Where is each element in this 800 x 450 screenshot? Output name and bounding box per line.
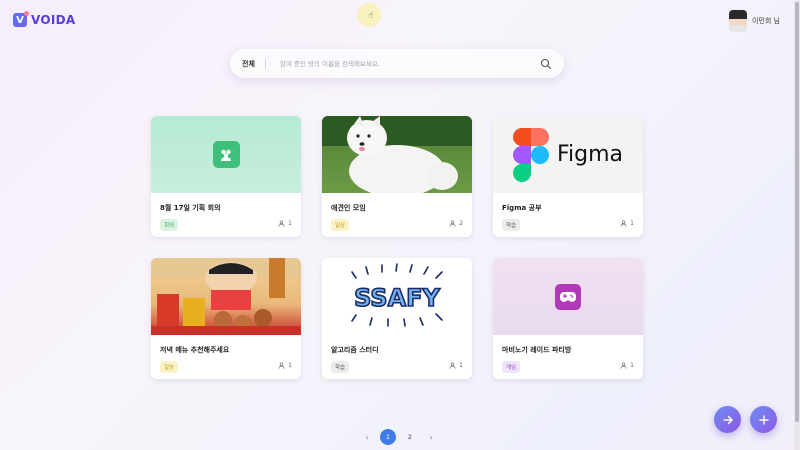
figma-wordmark: Figma	[556, 142, 624, 167]
search-input[interactable]	[279, 59, 540, 68]
member-count: 1	[620, 220, 634, 227]
member-count-value: 1	[630, 362, 634, 369]
member-count-value: 1	[459, 362, 463, 369]
room-tag: 학습	[502, 219, 521, 231]
avatar[interactable]	[729, 10, 747, 32]
room-tag: 일상	[160, 361, 179, 373]
room-card[interactable]: 8월 17일 기획 회의 회의 1	[151, 116, 301, 237]
page-button-1[interactable]: 1	[380, 429, 396, 445]
person-icon	[620, 362, 627, 369]
search-bar: 전체	[230, 49, 564, 78]
room-title: 애견인 모임	[331, 204, 366, 212]
member-count: 1	[449, 362, 463, 369]
ssafy-wordmark: SSAFY	[354, 284, 440, 312]
enter-room-button[interactable]	[714, 406, 741, 433]
user-profile[interactable]: 이민희 님	[729, 10, 780, 32]
search-category-select[interactable]: 전체	[242, 58, 266, 69]
room-tag: 게임	[502, 361, 521, 373]
figma-logo-icon	[512, 127, 549, 182]
room-title: 저녁 메뉴 추천해주세요	[160, 346, 230, 354]
member-count: 1	[278, 220, 292, 227]
room-tag: 회의	[160, 219, 179, 231]
logo-mark: V	[13, 11, 29, 27]
scrollbar[interactable]	[794, 0, 800, 450]
member-count-value: 1	[288, 362, 292, 369]
room-title: Figma 공부	[502, 204, 542, 212]
room-tag: 일상	[331, 219, 350, 231]
member-count-value: 1	[288, 220, 292, 227]
room-thumbnail	[151, 116, 301, 193]
room-card[interactable]: SSAFY 알고리즘 스터디 학습 1	[322, 258, 472, 379]
person-icon	[278, 362, 285, 369]
pointer-icon: ☝	[368, 11, 374, 21]
pagination: ‹ 1 2 ›	[360, 429, 438, 445]
room-title: 8월 17일 기획 회의	[160, 204, 221, 212]
member-count-value: 2	[459, 220, 463, 227]
next-page-chevron-icon[interactable]: ›	[424, 433, 438, 442]
logo-text: VOIDA	[31, 13, 76, 27]
member-count: 1	[620, 362, 634, 369]
person-icon	[620, 220, 627, 227]
white-dog-photo	[322, 116, 472, 193]
app-logo[interactable]: V VOIDA	[13, 11, 76, 27]
person-icon	[449, 220, 456, 227]
room-card[interactable]: 저녁 메뉴 추천해주세요 일상 1	[151, 258, 301, 379]
search-icon[interactable]	[540, 58, 552, 70]
ssafy-logo: SSAFY	[351, 263, 443, 327]
room-title: 마비노기 레이드 파티방	[502, 346, 572, 354]
person-icon	[449, 362, 456, 369]
room-thumbnail	[322, 116, 472, 193]
create-room-button[interactable]	[750, 406, 777, 433]
member-count: 2	[449, 220, 463, 227]
room-thumbnail: SSAFY	[322, 258, 472, 335]
room-thumbnail: Figma	[493, 116, 643, 193]
member-count: 1	[278, 362, 292, 369]
member-count-value: 1	[630, 220, 634, 227]
plus-icon	[758, 414, 769, 425]
user-name: 이민희 님	[752, 17, 780, 25]
cartoon-food-image	[151, 258, 301, 335]
room-card[interactable]: 마비노기 레이드 파티방 게임 1	[493, 258, 643, 379]
person-icon	[278, 220, 285, 227]
game-controller-icon	[555, 283, 581, 310]
mouse-cursor-highlight: ☝	[357, 3, 381, 27]
room-tag: 학습	[331, 361, 350, 373]
room-thumbnail	[493, 258, 643, 335]
page-button-2[interactable]: 2	[402, 429, 418, 445]
arrow-right-icon	[722, 415, 733, 424]
room-title: 알고리즘 스터디	[331, 346, 379, 354]
room-card[interactable]: 애견인 모임 일상 2	[322, 116, 472, 237]
prev-page-chevron-icon[interactable]: ‹	[360, 433, 374, 442]
meeting-app-icon	[212, 141, 240, 168]
room-thumbnail	[151, 258, 301, 335]
scrollbar-thumb[interactable]	[795, 2, 799, 422]
room-grid: 8월 17일 기획 회의 회의 1 애견인 모임 일상 2 Figma Figm…	[151, 116, 643, 379]
room-card[interactable]: Figma Figma 공부 학습 1	[493, 116, 643, 237]
